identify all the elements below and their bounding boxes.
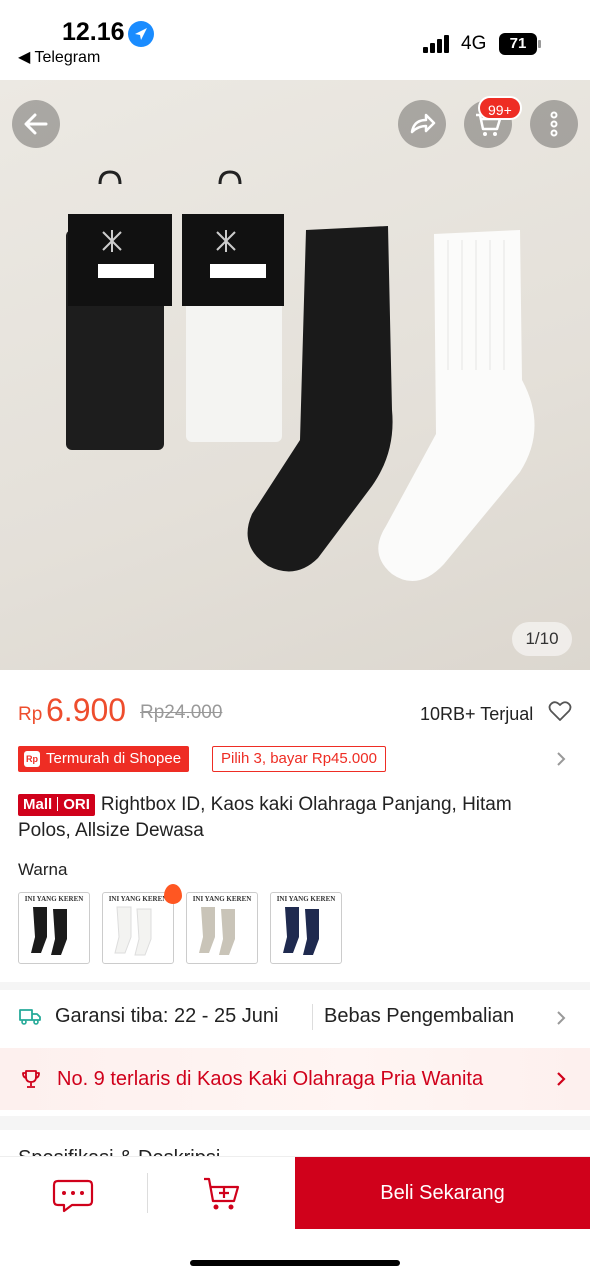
- shipping-row[interactable]: Garansi tiba: 22 - 25 Juni Bebas Pengemb…: [0, 992, 590, 1042]
- share-button[interactable]: [398, 100, 446, 148]
- add-to-cart-button[interactable]: [148, 1157, 296, 1229]
- heart-icon[interactable]: [548, 700, 572, 722]
- status-time: 12.16: [62, 18, 125, 46]
- battery-icon: 71: [499, 33, 541, 55]
- variant-swatch: [199, 907, 235, 955]
- chevron-right-icon: [557, 752, 566, 766]
- signal-icon: [423, 33, 453, 53]
- chevron-right-icon: [557, 1011, 566, 1025]
- back-arrow-icon: [24, 113, 48, 135]
- status-bar: 12.16 ◀ Telegram 4G 71: [0, 0, 590, 80]
- variant-label: Warna: [18, 860, 68, 879]
- chat-button[interactable]: [0, 1157, 148, 1229]
- original-price: Rp24.000: [140, 702, 223, 723]
- back-to-app-link[interactable]: ◀ Telegram: [18, 47, 100, 67]
- variant-grey[interactable]: INI YANG KEREN: [186, 892, 258, 964]
- network-type: 4G: [461, 33, 487, 54]
- cart-count-badge: 99+: [478, 96, 522, 120]
- product-photo-socks: [66, 170, 535, 582]
- truck-icon: [19, 1009, 41, 1025]
- bestseller-rank-row[interactable]: No. 9 terlaris di Kaos Kaki Olahraga Pri…: [0, 1048, 590, 1110]
- more-icon: [550, 111, 558, 137]
- current-price: 6.900: [46, 692, 127, 728]
- variant-swatch: [114, 906, 152, 956]
- back-button[interactable]: [12, 100, 60, 148]
- variant-navy[interactable]: INI YANG KEREN: [270, 892, 342, 964]
- chevron-right-icon: [557, 1072, 566, 1086]
- variant-list: INI YANG KEREN INI YANG KEREN INI YANG K…: [18, 892, 348, 966]
- rp-tag-icon: Rp: [24, 751, 40, 767]
- variant-black[interactable]: INI YANG KEREN: [18, 892, 90, 964]
- fire-icon: [164, 884, 182, 904]
- free-returns: Bebas Pengembalian: [324, 1005, 515, 1027]
- section-divider: [0, 1116, 590, 1130]
- section-divider: [0, 982, 590, 990]
- image-counter: 1/10: [512, 622, 572, 656]
- sold-count: 10RB+ Terjual: [420, 704, 534, 724]
- delivery-guarantee: Garansi tiba: 22 - 25 Juni: [55, 1005, 279, 1027]
- add-to-cart-icon: [204, 1177, 240, 1210]
- bestseller-rank-text: No. 9 terlaris di Kaos Kaki Olahraga Pri…: [57, 1068, 484, 1090]
- variant-swatch: [283, 907, 319, 955]
- bundle-deal-badge: Pilih 3, bayar Rp45.000: [212, 746, 386, 772]
- price-currency: Rp: [18, 704, 43, 725]
- product-title: Mall ORI Rightbox ID, Kaos kaki Olahraga P…: [18, 792, 538, 844]
- more-button[interactable]: [530, 100, 578, 148]
- cheapest-badge: Rp Termurah di Shopee: [18, 746, 190, 772]
- buy-now-button[interactable]: Beli Sekarang: [295, 1157, 590, 1229]
- variant-swatch: [31, 907, 67, 955]
- variant-white[interactable]: INI YANG KEREN: [102, 892, 174, 964]
- chat-icon: [52, 1179, 94, 1213]
- location-icon: [128, 21, 154, 47]
- home-indicator: [190, 1260, 400, 1266]
- mall-ori-badge: Mall ORI: [18, 794, 95, 816]
- cheapest-label: Termurah di Shopee: [46, 750, 182, 767]
- promo-row[interactable]: Rp Termurah di Shopee Pilih 3, bayar Rp4…: [18, 746, 578, 772]
- price-row: Rp 6.900 Rp24.000 10RB+ Terjual: [18, 692, 578, 732]
- share-icon: [410, 113, 436, 134]
- shipping-separator: [312, 1004, 313, 1030]
- trophy-icon: [22, 1070, 40, 1088]
- product-image[interactable]: [0, 80, 590, 670]
